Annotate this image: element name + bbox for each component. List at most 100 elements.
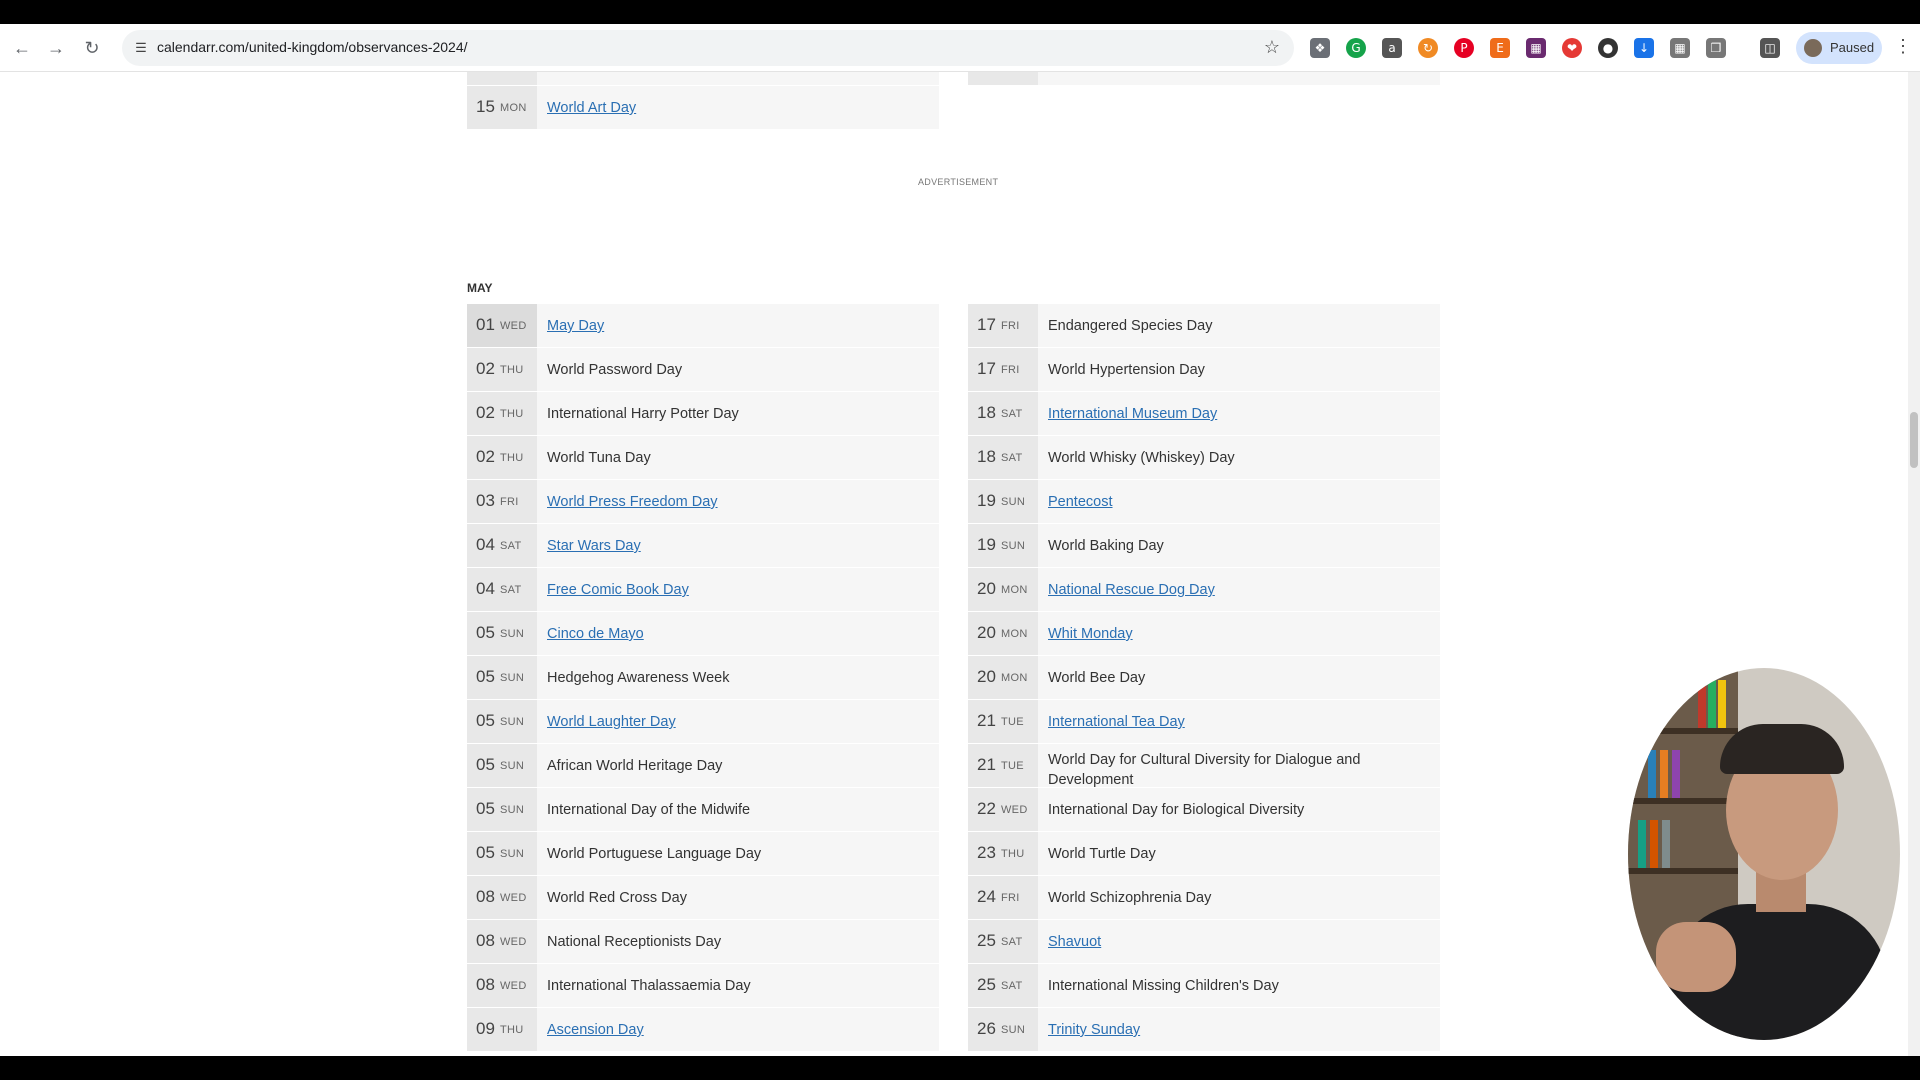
weekday-label: MON (1001, 628, 1028, 640)
webcam-overlay (1628, 668, 1900, 1040)
weekday-label: SUN (500, 672, 525, 684)
observance-row[interactable]: 14SUNNational Gardening Day (467, 72, 939, 86)
weekday-label: FRI (1001, 892, 1020, 904)
observance-link[interactable]: May Day (547, 318, 604, 334)
observance-title: World Password Day (547, 362, 683, 378)
observance-row[interactable]: 04 SAT Free Comic Book Day (467, 568, 939, 612)
side-panel-icon[interactable]: ◫ (1760, 38, 1780, 58)
observance-row[interactable]: 01 WED May Day (467, 304, 939, 348)
observance-row[interactable]: 25 SAT Shavuot (968, 920, 1440, 964)
date-box: 21 TUE (968, 744, 1038, 787)
april-list-left: 14SUNNational Gardening Day 15 MON World Ar… (467, 72, 939, 130)
observance-link[interactable]: World Press Freedom Day (547, 494, 718, 510)
observance-row[interactable]: 20 MON National Rescue Dog Day (968, 568, 1440, 612)
weekday-label: SUN (1001, 540, 1026, 552)
grammarly-extension-icon[interactable]: G (1346, 38, 1366, 58)
observance-row[interactable]: 26 SUN Trinity Sunday (968, 1008, 1440, 1052)
observance-title: International Thalassaemia Day (547, 978, 751, 994)
day-number: 08 (476, 931, 495, 950)
observance-row: 21 TUE World Day for Cultural Diversity fo… (968, 744, 1440, 788)
observance-row[interactable]: 15 MON World Art Day (467, 86, 939, 130)
observance-link[interactable]: Pentecost (1048, 494, 1113, 510)
forward-arrow-icon[interactable]: → (44, 36, 68, 60)
observance-row[interactable]: 09 THU Ascension Day (467, 1008, 939, 1052)
browser-toolbar: ← → ↻ ☰ calendarr.com/united-kingdom/obs… (0, 24, 1920, 72)
april-list-right: 30TUEInternational Jazz Day (968, 72, 1440, 86)
day-number: 20 (977, 623, 996, 642)
observance-link[interactable]: Shavuot (1048, 934, 1101, 950)
orange-extension-icon[interactable]: ↻ (1418, 38, 1438, 58)
observance-link[interactable]: International Tea Day (1048, 714, 1185, 730)
observance-link[interactable]: World Art Day (547, 100, 636, 116)
weekday-label: WED (500, 320, 527, 332)
date-box: 25 SAT (968, 964, 1038, 1007)
back-arrow-icon[interactable]: ← (10, 36, 34, 60)
observance-title: International Day of the Midwife (547, 802, 751, 818)
red-extension-icon[interactable]: ❤ (1562, 38, 1582, 58)
month-heading: MAY (467, 281, 493, 295)
advertisement-label: ADVERTISEMENT (918, 177, 999, 187)
observance-link[interactable]: Trinity Sunday (1048, 1022, 1140, 1038)
puzzle-extensions-icon[interactable]: ❒ (1706, 38, 1726, 58)
grid-extension-icon[interactable]: ▦ (1670, 38, 1690, 58)
observance-row[interactable]: 18 SAT International Museum Day (968, 392, 1440, 436)
observance-link[interactable]: World Laughter Day (547, 714, 676, 730)
weekday-label: FRI (1001, 320, 1020, 332)
day-number: 24 (977, 887, 996, 906)
day-number: 21 (977, 711, 996, 730)
observance-row[interactable]: 03 FRI World Press Freedom Day (467, 480, 939, 524)
pinterest-extension-icon[interactable]: P (1454, 38, 1474, 58)
observance-row[interactable]: 04 SAT Star Wars Day (467, 524, 939, 568)
download-icon[interactable]: ↓ (1634, 38, 1654, 58)
date-box: 20 MON (968, 568, 1038, 611)
observance-link[interactable]: International Museum Day (1048, 406, 1217, 422)
observance-title: Hedgehog Awareness Week (547, 670, 730, 686)
observance-row[interactable]: 21 TUE International Tea Day (968, 700, 1440, 744)
observance-link[interactable]: Cinco de Mayo (547, 626, 644, 642)
dark-circle-extension-icon[interactable]: ● (1598, 38, 1618, 58)
site-info-icon[interactable]: ☰ (132, 39, 150, 57)
day-number: 26 (977, 1019, 996, 1038)
observance-link[interactable]: Whit Monday (1048, 626, 1133, 642)
address-bar[interactable]: ☰ calendarr.com/united-kingdom/observanc… (122, 30, 1294, 66)
date-box: 22 WED (968, 788, 1038, 831)
observance-link[interactable]: Ascension Day (547, 1022, 644, 1038)
observance-row[interactable]: 05 SUN World Laughter Day (467, 700, 939, 744)
profile-button[interactable]: Paused (1796, 32, 1882, 64)
date-box: 19 SUN (968, 480, 1038, 523)
date-box: 21 TUE (968, 700, 1038, 743)
weekday-label: SUN (500, 628, 525, 640)
purple-extension-icon[interactable]: ▦ (1526, 38, 1546, 58)
scrollbar[interactable] (1908, 72, 1920, 1056)
url-text[interactable]: calendarr.com/united-kingdom/observances… (157, 39, 468, 55)
observance-row[interactable]: 19 SUN Pentecost (968, 480, 1440, 524)
date-box: 18 SAT (968, 436, 1038, 479)
day-number: 08 (476, 887, 495, 906)
e-extension-icon[interactable]: E (1490, 38, 1510, 58)
observance-row: 08 WED International Thalassaemia Day (467, 964, 939, 1008)
observance-link[interactable]: National Rescue Dog Day (1048, 582, 1215, 598)
day-number: 18 (977, 403, 996, 422)
scrollbar-thumb[interactable] (1910, 412, 1918, 468)
reload-icon[interactable]: ↻ (80, 36, 104, 60)
date-box: 30TUE (968, 72, 1038, 85)
bookmark-star-icon[interactable]: ☆ (1264, 37, 1280, 58)
observance-row[interactable]: 20 MON Whit Monday (968, 612, 1440, 656)
day-number: 15 (476, 97, 495, 116)
day-number: 04 (476, 535, 495, 554)
observance-link[interactable]: Free Comic Book Day (547, 582, 689, 598)
observance-row: 02 THU World Password Day (467, 348, 939, 392)
date-box: 25 SAT (968, 920, 1038, 963)
dropbox-extension-icon[interactable]: ❖ (1310, 38, 1330, 58)
kebab-menu-icon[interactable]: ⋮ (1894, 36, 1912, 57)
observance-row[interactable]: 30TUEInternational Jazz Day (968, 72, 1440, 86)
observance-title: World Day for Cultural Diversity for Dia… (1048, 752, 1361, 788)
date-box: 02 THU (467, 436, 537, 479)
day-number: 25 (977, 975, 996, 994)
day-number: 20 (977, 667, 996, 686)
date-box: 05 SUN (467, 700, 537, 743)
day-number: 21 (977, 755, 996, 774)
observance-link[interactable]: Star Wars Day (547, 538, 641, 554)
ahrefs-extension-icon[interactable]: a (1382, 38, 1402, 58)
observance-row[interactable]: 05 SUN Cinco de Mayo (467, 612, 939, 656)
